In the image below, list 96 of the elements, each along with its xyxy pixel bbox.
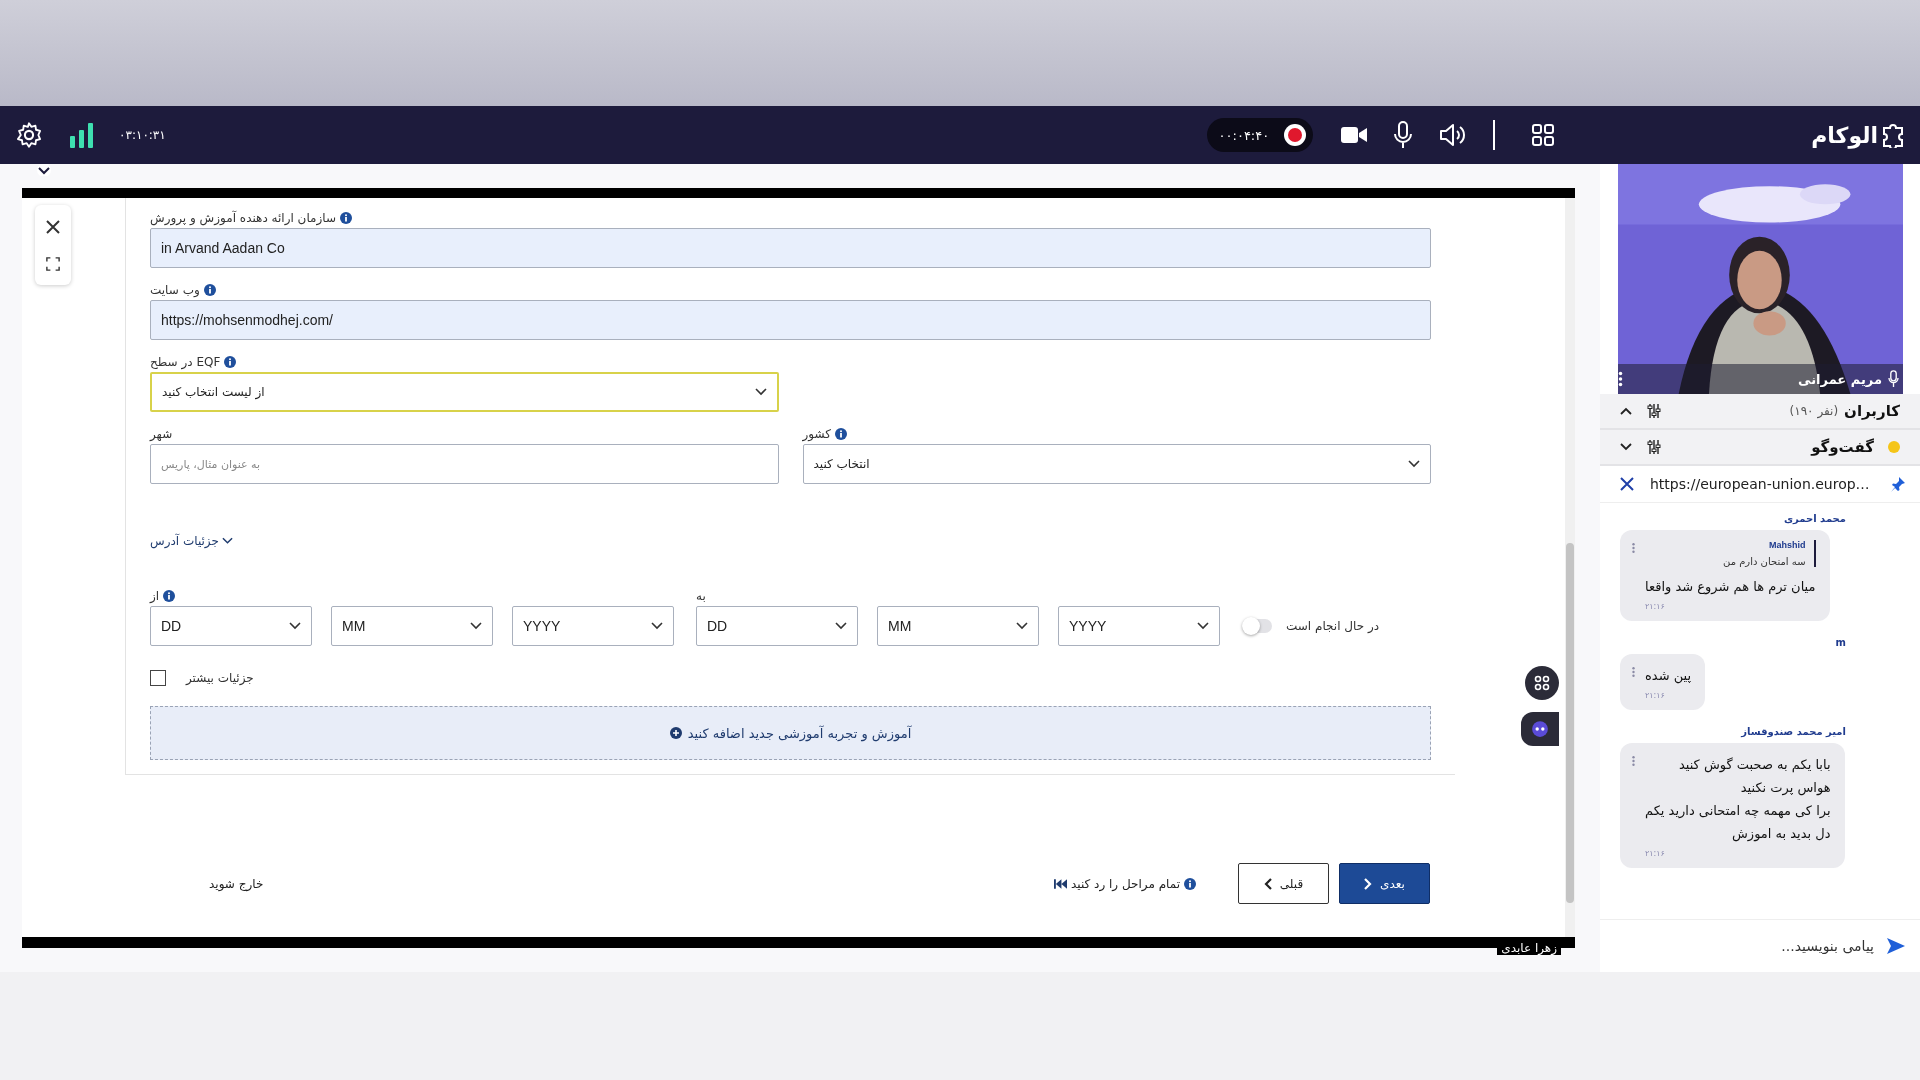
section-title: کاربران xyxy=(1844,402,1900,420)
year-select[interactable]: YYYY xyxy=(512,606,674,646)
month-select[interactable]: MM xyxy=(331,606,493,646)
country-select[interactable]: انتخاب کنید xyxy=(802,444,1431,484)
chevron-down-icon xyxy=(755,388,767,396)
pinned-link[interactable]: https://european-union.europ… xyxy=(1650,476,1874,492)
chevron-down-icon xyxy=(835,622,847,630)
field-label: از xyxy=(150,589,160,603)
select-field[interactable]: از لیست انتخاب کنید xyxy=(150,372,779,412)
presenter-name: زهرا عابدی xyxy=(1497,941,1561,955)
menu-dots-icon[interactable] xyxy=(1618,371,1623,387)
text-field[interactable]: https://mohsenmodhej.com/ xyxy=(150,300,1431,340)
plus-icon xyxy=(669,727,682,739)
next-button[interactable]: بعدی xyxy=(1339,863,1430,904)
camera-icon[interactable] xyxy=(1341,125,1368,145)
message-time: ۲۱:۱۶ xyxy=(1645,691,1665,700)
microphone-icon[interactable] xyxy=(1393,121,1414,149)
field-label: وب سایت xyxy=(150,283,200,297)
sliders-icon[interactable] xyxy=(1646,439,1662,455)
exit-link[interactable]: خارج شوید xyxy=(209,876,264,891)
message-text: بابا یکم به صحبت گوش کنید xyxy=(1678,756,1831,775)
message-time: ۲۱:۱۶ xyxy=(1645,849,1665,858)
menu-dots-icon[interactable] xyxy=(1632,666,1635,678)
address-details-toggle[interactable]: جزئیات آدرس xyxy=(150,534,233,548)
reply-author: Mahshid xyxy=(1769,540,1806,550)
message-text: پین شده xyxy=(1645,667,1692,686)
pin-icon[interactable] xyxy=(1890,476,1906,492)
message-author: m xyxy=(1835,637,1846,648)
message-text: میان ترم ها هم شروع شد واقعا xyxy=(1645,578,1816,597)
menu-dots-icon[interactable] xyxy=(1632,755,1635,767)
elapsed-time: ۰۳:۱۰:۳۱ xyxy=(119,128,166,142)
chevron-down-icon xyxy=(289,622,301,630)
microphone-icon xyxy=(1888,370,1899,388)
send-icon[interactable] xyxy=(1886,937,1906,955)
close-icon[interactable] xyxy=(45,219,61,235)
previous-button[interactable]: قبلی xyxy=(1238,863,1329,904)
grid-icon xyxy=(1534,675,1550,691)
speaker-icon[interactable] xyxy=(1439,123,1468,147)
fullscreen-icon[interactable] xyxy=(46,257,60,271)
city-field[interactable]: به عنوان مثال، پاریس xyxy=(150,444,779,484)
year-select[interactable]: YYYY xyxy=(1058,606,1220,646)
field-label: کشور xyxy=(802,427,831,441)
field-label: سازمان ارائه دهنده آموزش و پرورش xyxy=(150,211,336,225)
chevron-left-icon xyxy=(1263,877,1272,890)
skip-icon xyxy=(1053,878,1067,889)
message-author: محمد احمری xyxy=(1783,513,1846,524)
ongoing-label: در حال انجام است xyxy=(1286,619,1380,633)
text-field[interactable]: in Arvand Aadan Co xyxy=(150,228,1431,268)
chevron-right-icon xyxy=(1364,877,1373,890)
field-label: در سطح EQF xyxy=(150,355,221,369)
users-header[interactable]: (۱۹۰ نفر) کاربران xyxy=(1600,394,1920,430)
message-author: امیر محمد صندوقساز xyxy=(1741,726,1846,737)
close-icon[interactable] xyxy=(1620,477,1634,491)
chevron-down-icon xyxy=(1016,622,1028,630)
chevron-down-icon xyxy=(1197,622,1209,630)
message-field[interactable]: پیامی بنویسید... xyxy=(1620,937,1876,955)
message-text: برا کی مهمه چه امتحانی دارید یکم xyxy=(1645,802,1831,821)
chevron-down-icon[interactable] xyxy=(1620,443,1632,451)
section-title: گفت‌وگو xyxy=(1811,438,1874,456)
scrollbar[interactable] xyxy=(1565,198,1575,937)
user-count: (۱۹۰ نفر) xyxy=(1789,404,1839,418)
grid-icon[interactable] xyxy=(1531,123,1556,147)
message-time: ۲۱:۱۶ xyxy=(1645,602,1665,611)
add-education-button[interactable]: آموزش و تجربه آموزشی جدید اضافه کنید xyxy=(150,706,1431,760)
robot-icon xyxy=(1531,720,1549,738)
sliders-icon[interactable] xyxy=(1646,403,1662,419)
chevron-down-icon[interactable] xyxy=(36,164,52,176)
skip-all-link[interactable]: تمام مراحل را رد کنید xyxy=(1053,876,1180,891)
chevron-down-icon xyxy=(221,537,233,545)
status-dot-icon xyxy=(1888,441,1900,453)
message-text: هواس پرت نکنید xyxy=(1740,779,1831,798)
month-select[interactable]: MM xyxy=(877,606,1039,646)
chevron-down-icon xyxy=(651,622,663,630)
signal-bars-icon xyxy=(69,122,95,148)
recording-timer[interactable]: ۰۰:۰۴:۴۰ xyxy=(1206,118,1314,152)
puzzle-icon xyxy=(1880,122,1906,148)
chevron-down-icon xyxy=(1408,460,1420,468)
field-label: به xyxy=(696,589,706,603)
checkbox[interactable] xyxy=(150,670,166,686)
checkbox-label: جزئیات بیشتر xyxy=(186,671,254,685)
chat-header[interactable]: گفت‌وگو xyxy=(1600,430,1920,466)
chevron-up-icon[interactable] xyxy=(1620,407,1632,415)
app-logo: الوکام xyxy=(1811,122,1878,148)
day-select[interactable]: DD xyxy=(696,606,858,646)
message-text: دل بدید به اموزش xyxy=(1732,825,1831,844)
participant-name: مریم عمرانی xyxy=(1798,371,1882,387)
info-icon xyxy=(1184,877,1196,890)
settings-icon[interactable] xyxy=(15,121,43,149)
day-select[interactable]: DD xyxy=(150,606,312,646)
assistant-button[interactable] xyxy=(1521,712,1559,746)
menu-dots-icon[interactable] xyxy=(1632,542,1635,554)
toggle-switch[interactable] xyxy=(1242,619,1272,633)
reply-text: سه امتحان دارم من xyxy=(1723,556,1806,567)
field-label: شهر xyxy=(150,427,173,441)
apps-button[interactable] xyxy=(1525,666,1559,700)
chevron-down-icon xyxy=(470,622,482,630)
